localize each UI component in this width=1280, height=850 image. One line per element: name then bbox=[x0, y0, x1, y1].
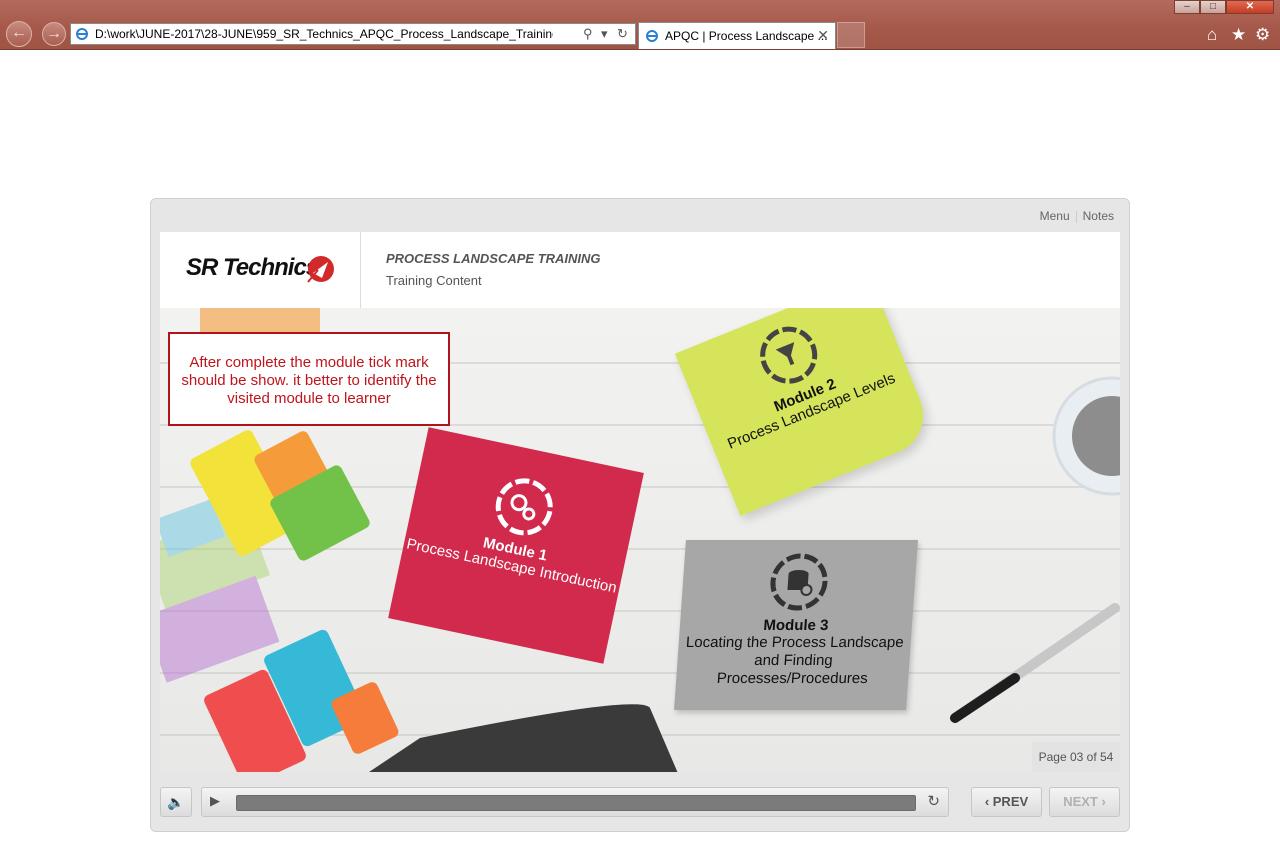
course-title: PROCESS LANDSCAPE TRAINING bbox=[386, 251, 601, 266]
top-menu: Menu Notes bbox=[1040, 209, 1114, 223]
notes-link[interactable]: Notes bbox=[1083, 209, 1114, 223]
address-bar[interactable]: D:\work\JUNE-2017\28-JUNE\959_SR_Technic… bbox=[70, 23, 636, 45]
next-label: NEXT bbox=[1063, 794, 1098, 809]
play-icon[interactable]: ▶ bbox=[210, 793, 220, 809]
browser-toolbar: – □ ✕ ← → D:\work\JUNE-2017\28-JUNE\959_… bbox=[0, 0, 1280, 50]
chevron-right-icon: › bbox=[1097, 794, 1106, 809]
course-subtitle: Training Content bbox=[386, 273, 482, 288]
module-1-card[interactable]: Module 1 Process Landscape Introduction bbox=[388, 427, 644, 664]
module-3-subtitle: Locating the Process Landscape and Findi… bbox=[685, 634, 905, 687]
page-indicator: Page 03 of 54 bbox=[1032, 742, 1120, 772]
menu-link[interactable]: Menu bbox=[1040, 209, 1070, 223]
content-stage: After complete the module tick mark shou… bbox=[160, 308, 1120, 772]
ie-icon bbox=[76, 28, 88, 40]
speaker-icon: 🔈 bbox=[167, 794, 185, 810]
control-bar: 🔈 ▶ ↻ ‹ PREV NEXT › bbox=[160, 787, 1120, 819]
refresh-icon[interactable]: ↻ bbox=[617, 26, 628, 42]
dropdown-icon[interactable]: ▾ bbox=[601, 26, 608, 42]
close-window-button[interactable]: ✕ bbox=[1226, 0, 1274, 14]
close-tab-icon[interactable]: ✕ bbox=[817, 27, 829, 44]
next-button[interactable]: NEXT › bbox=[1049, 787, 1120, 817]
minimize-button[interactable]: – bbox=[1174, 0, 1200, 14]
replay-icon[interactable]: ↻ bbox=[927, 792, 940, 810]
pen-decoration bbox=[950, 603, 1120, 723]
progress-track[interactable] bbox=[236, 795, 916, 811]
back-arrow-icon[interactable]: ← bbox=[6, 21, 32, 47]
volume-button[interactable]: 🔈 bbox=[160, 787, 192, 817]
coffee-cup-decoration bbox=[1052, 376, 1120, 496]
address-url[interactable]: D:\work\JUNE-2017\28-JUNE\959_SR_Technic… bbox=[95, 27, 553, 41]
laptop-decoration bbox=[369, 704, 678, 772]
module-3-card[interactable]: Module 3 Locating the Process Landscape … bbox=[674, 540, 918, 710]
search-icon[interactable]: ⚲ bbox=[583, 26, 593, 42]
prev-label: PREV bbox=[992, 794, 1029, 809]
logo-text: SR Technics bbox=[186, 254, 319, 281]
module-3-title: Module 3 bbox=[762, 617, 830, 634]
logo-emblem-icon bbox=[307, 256, 334, 283]
forward-arrow-icon[interactable]: → bbox=[42, 22, 66, 46]
ie-icon bbox=[646, 30, 658, 42]
chevron-left-icon: ‹ bbox=[984, 794, 993, 809]
prev-button[interactable]: ‹ PREV bbox=[971, 787, 1042, 817]
gears-icon bbox=[495, 478, 553, 536]
course-header: SR Technics PROCESS LANDSCAPE TRAINING T… bbox=[160, 232, 1120, 308]
logo: SR Technics bbox=[160, 232, 361, 308]
menu-divider bbox=[1075, 210, 1077, 223]
database-search-icon bbox=[770, 553, 828, 611]
star-icon[interactable]: ★ bbox=[1231, 25, 1246, 45]
audio-player: ▶ ↻ bbox=[201, 787, 949, 817]
module-2-card[interactable]: Module 2 Process Landscape Levels bbox=[674, 308, 936, 516]
new-tab-button[interactable] bbox=[837, 22, 865, 48]
home-icon[interactable]: ⌂ bbox=[1207, 25, 1217, 45]
maximize-button[interactable]: □ bbox=[1200, 0, 1226, 14]
tab-title: APQC | Process Landscape ... bbox=[665, 29, 828, 43]
browser-tab[interactable]: APQC | Process Landscape ... ✕ bbox=[638, 22, 836, 49]
gear-icon[interactable]: ⚙ bbox=[1255, 25, 1270, 45]
review-note: After complete the module tick mark shou… bbox=[168, 332, 450, 426]
course-player: Menu Notes SR Technics PROCESS LANDSCAPE … bbox=[150, 198, 1130, 832]
